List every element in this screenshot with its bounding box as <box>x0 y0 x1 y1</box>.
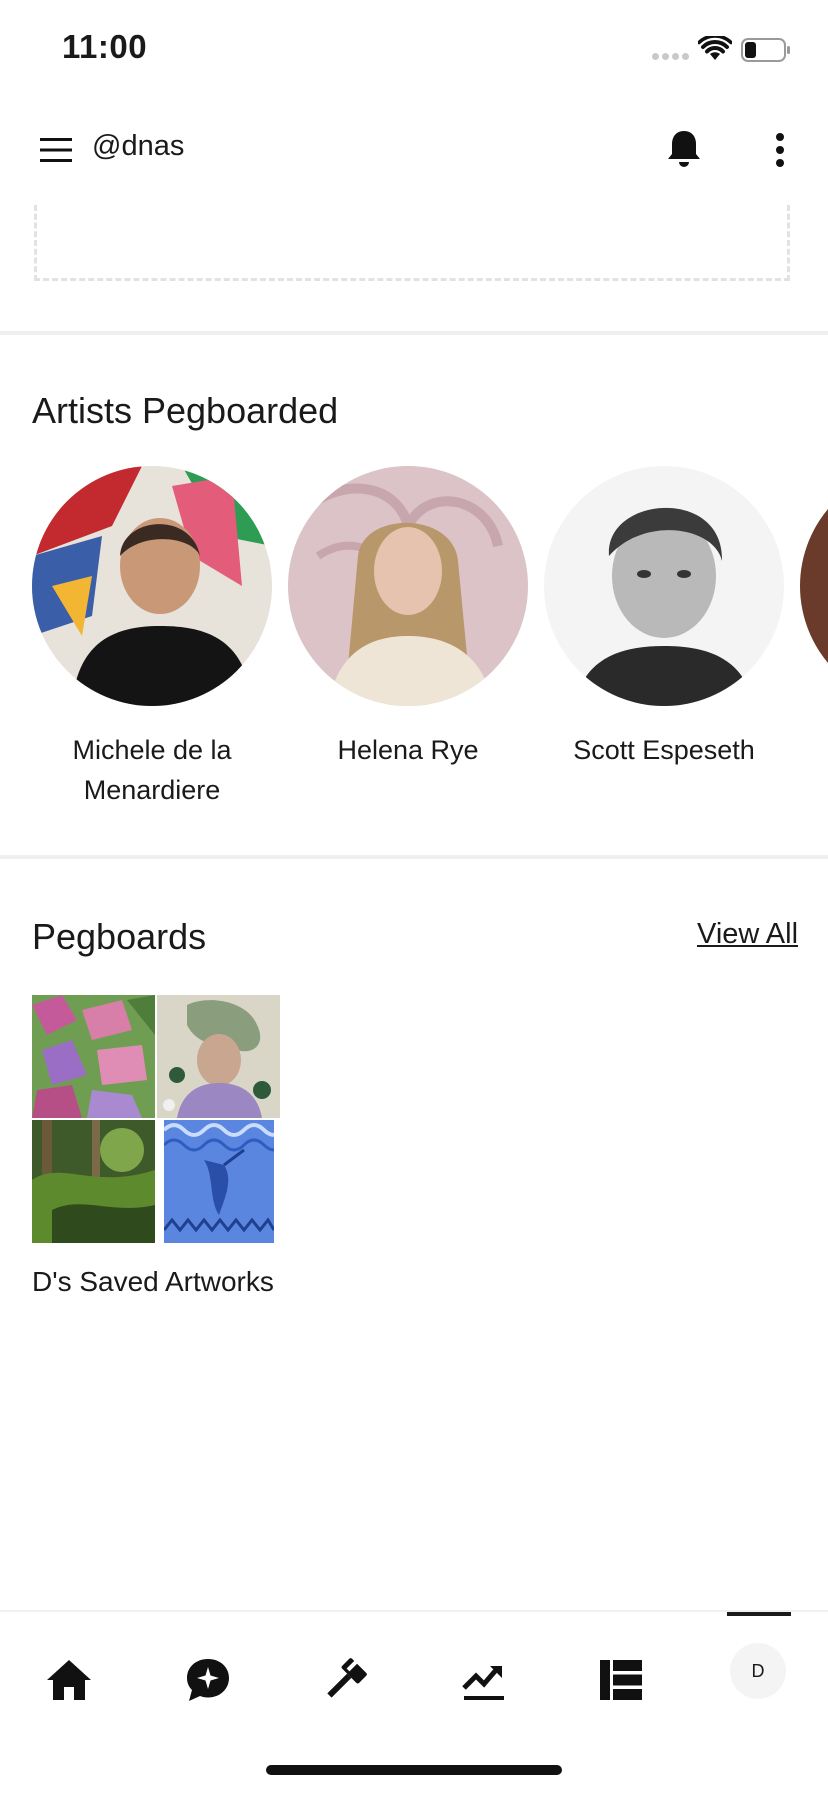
artist-name: Scott Espeseth <box>573 735 755 765</box>
status-time: 11:00 <box>62 28 148 65</box>
pegboard-card[interactable] <box>32 995 282 1245</box>
artists-section-title: Artists Pegboarded <box>32 390 339 431</box>
artist-avatar-partial[interactable] <box>800 466 828 706</box>
artist-card[interactable]: Helena Rye <box>288 466 528 770</box>
view-all-link[interactable]: View All <box>697 918 798 951</box>
status-bar: 11:00 <box>0 0 828 100</box>
list-icon <box>600 1660 642 1700</box>
section-divider <box>0 855 828 859</box>
artist-card[interactable]: Michele de la Menardiere <box>32 466 272 810</box>
nav-auctions[interactable] <box>315 1650 375 1710</box>
battery-icon <box>741 38 790 62</box>
artwork-thumbnail <box>164 1120 274 1243</box>
pegboards-section-title: Pegboards <box>32 916 207 957</box>
nav-lists[interactable] <box>591 1650 651 1710</box>
empty-placeholder-box <box>34 205 790 281</box>
wifi-icon <box>698 36 732 60</box>
nav-home[interactable] <box>39 1650 99 1710</box>
user-handle: @dnas <box>92 130 185 162</box>
artist-name: Helena Rye <box>337 735 479 765</box>
pegboard-title[interactable]: D's Saved Artworks <box>32 1262 282 1302</box>
artist-card[interactable]: Scott Espeseth <box>544 466 784 770</box>
artist-avatar <box>544 466 784 706</box>
nav-messages[interactable] <box>178 1650 238 1710</box>
nav-trends[interactable] <box>454 1650 514 1710</box>
pegboard-thumbnail-grid <box>32 995 282 1245</box>
section-divider <box>0 331 828 335</box>
artwork-thumbnail <box>32 1120 155 1243</box>
hamburger-menu-icon[interactable] <box>40 137 72 163</box>
profile-initial: D <box>751 1660 765 1681</box>
profile-avatar[interactable]: D <box>730 1643 786 1699</box>
more-vertical-icon[interactable] <box>766 130 794 170</box>
auction-gavel-icon <box>327 1658 367 1698</box>
chat-sparkle-icon <box>187 1659 229 1701</box>
active-tab-indicator <box>727 1612 791 1616</box>
artist-name: Michele de la Menardiere <box>72 735 232 805</box>
bell-icon[interactable] <box>665 128 703 170</box>
artwork-thumbnail <box>157 995 280 1118</box>
artwork-thumbnail <box>32 995 155 1118</box>
home-icon <box>47 1660 91 1700</box>
artist-avatar <box>288 466 528 706</box>
home-indicator-bar <box>266 1765 562 1775</box>
artist-avatar <box>32 466 272 706</box>
app-header: @dnas <box>0 110 828 190</box>
signal-icon <box>652 53 689 60</box>
trending-up-icon <box>462 1666 504 1700</box>
